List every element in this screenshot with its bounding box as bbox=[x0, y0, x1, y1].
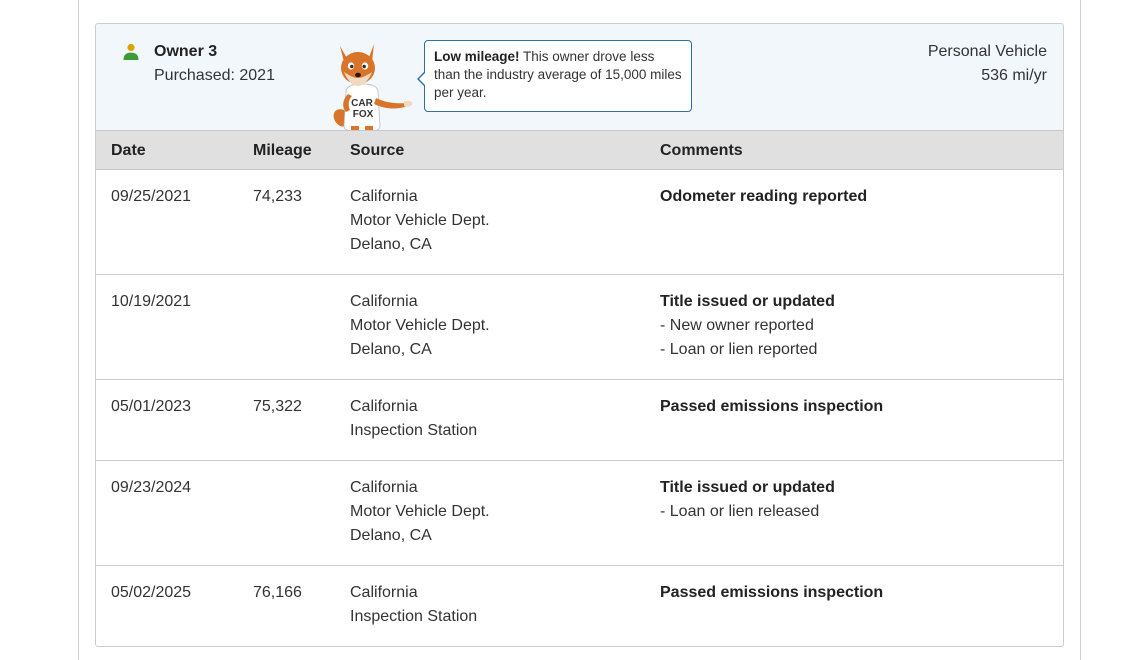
row-comments: Odometer reading reported bbox=[660, 185, 867, 209]
row-date: 10/19/2021 bbox=[111, 293, 192, 310]
owner-header: Owner 3 Purchased: 2021 CAR FOX Low mile… bbox=[96, 24, 1063, 132]
mascot-shirt-text-car: CAR bbox=[351, 98, 373, 109]
history-table-header: Date Mileage Source Comments bbox=[96, 130, 1063, 170]
row-mileage: 75,322 bbox=[253, 398, 302, 415]
row-source: California Motor Vehicle Dept. Delano, C… bbox=[350, 479, 490, 544]
header-comments: Comments bbox=[660, 142, 743, 159]
table-row: 05/01/2023 75,322 California Inspection … bbox=[96, 380, 1063, 461]
comment-title: Passed emissions inspection bbox=[660, 584, 884, 601]
row-date: 05/02/2025 bbox=[111, 584, 192, 601]
low-mileage-tooltip: Low mileage! This owner drove less than … bbox=[417, 40, 692, 112]
comment-title: Title issued or updated bbox=[660, 479, 835, 496]
header-date: Date bbox=[111, 142, 146, 159]
table-row: 09/25/2021 74,233 California Motor Vehic… bbox=[96, 170, 1063, 275]
table-row: 09/23/2024 California Motor Vehicle Dept… bbox=[96, 461, 1063, 566]
carfox-mascot-icon: CAR FOX bbox=[333, 44, 413, 132]
comment-detail: - Loan or lien released bbox=[660, 503, 820, 520]
row-source: California Inspection Station bbox=[350, 584, 478, 625]
owner-name: Owner 3 bbox=[154, 43, 218, 60]
owner-purchased-year: Purchased: 2021 bbox=[154, 67, 275, 84]
table-row: 10/19/2021 California Motor Vehicle Dept… bbox=[96, 275, 1063, 380]
header-mileage: Mileage bbox=[253, 142, 312, 159]
row-date: 09/25/2021 bbox=[111, 188, 192, 205]
mileage-per-year: 536 mi/yr bbox=[981, 67, 1047, 84]
row-date: 09/23/2024 bbox=[111, 479, 192, 496]
comment-title: Passed emissions inspection bbox=[660, 398, 884, 415]
comment-detail: - Loan or lien reported bbox=[660, 341, 818, 358]
row-comments: Passed emissions inspection bbox=[660, 581, 883, 605]
mascot-shirt-text-fox: FOX bbox=[353, 109, 374, 120]
vehicle-type: Personal Vehicle bbox=[927, 43, 1047, 60]
row-source: California Motor Vehicle Dept. Delano, C… bbox=[350, 188, 490, 253]
person-icon bbox=[123, 43, 139, 60]
comment-detail: - New owner reported bbox=[660, 317, 814, 334]
history-table-body: 09/25/2021 74,233 California Motor Vehic… bbox=[96, 170, 1063, 646]
tooltip-heading: Low mileage! bbox=[434, 49, 520, 64]
row-comments: Title issued or updated - Loan or lien r… bbox=[660, 476, 835, 524]
row-source: California Inspection Station bbox=[350, 398, 478, 439]
table-row: 05/02/2025 76,166 California Inspection … bbox=[96, 566, 1063, 646]
row-mileage: 74,233 bbox=[253, 188, 302, 205]
row-comments: Title issued or updated - New owner repo… bbox=[660, 290, 835, 362]
comment-title: Title issued or updated bbox=[660, 293, 835, 310]
comment-title: Odometer reading reported bbox=[660, 188, 868, 205]
row-date: 05/01/2023 bbox=[111, 398, 192, 415]
row-source: California Motor Vehicle Dept. Delano, C… bbox=[350, 293, 490, 358]
row-mileage: 76,166 bbox=[253, 584, 302, 601]
header-source: Source bbox=[350, 142, 405, 159]
row-comments: Passed emissions inspection bbox=[660, 395, 883, 419]
owner-history-card: Owner 3 Purchased: 2021 CAR FOX Low mile… bbox=[95, 23, 1064, 647]
